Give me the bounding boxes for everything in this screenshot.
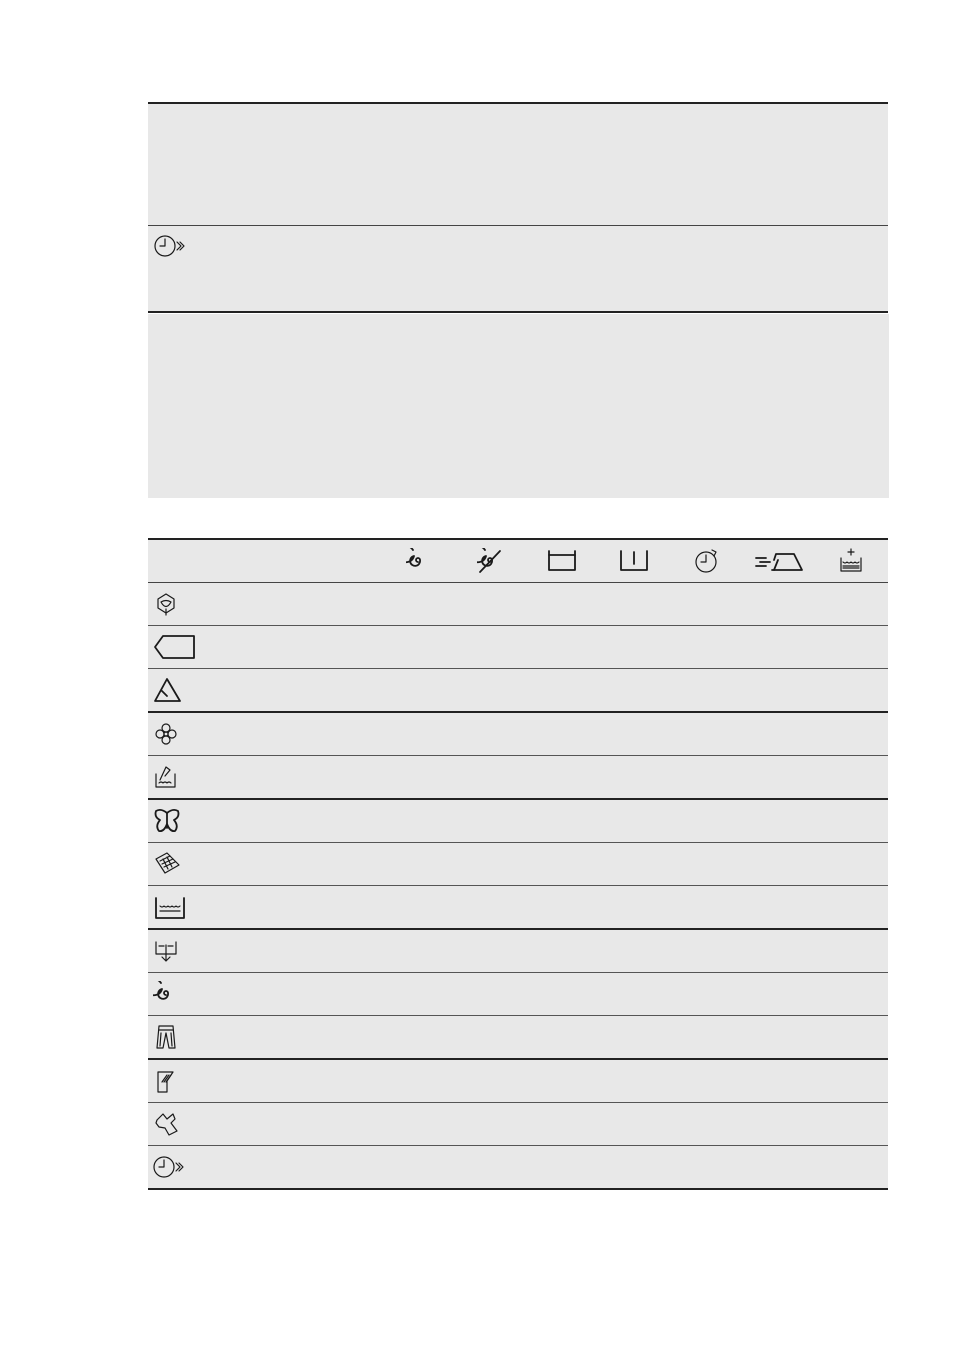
anti-allergy-icon — [153, 1111, 181, 1137]
table-row — [148, 713, 888, 756]
time-save-icon — [153, 1154, 185, 1180]
extra-rinse-icon — [838, 548, 864, 574]
delay-start-icon — [693, 548, 721, 574]
table-row — [148, 1060, 888, 1103]
silk-icon — [153, 808, 181, 834]
upper-table-row — [148, 102, 888, 225]
table-row — [148, 756, 888, 800]
table-row — [148, 626, 888, 669]
denim-icon — [153, 1024, 179, 1050]
rinse-icon — [153, 894, 187, 920]
table-row — [148, 800, 888, 843]
drain-icon — [153, 938, 179, 964]
options-table-header — [148, 538, 888, 583]
rinse-hold-icon — [547, 548, 577, 574]
easy-iron-icon — [754, 548, 804, 574]
table-row — [148, 973, 888, 1016]
table-row — [148, 1016, 888, 1060]
table-row — [148, 886, 888, 930]
spin-icon — [406, 548, 430, 574]
table-row — [148, 1146, 888, 1190]
night-cycle-icon — [619, 548, 649, 574]
no-spin-icon — [477, 548, 503, 574]
spin-icon — [153, 981, 179, 1007]
blank-table-block — [148, 314, 889, 498]
upper-table-row — [148, 225, 888, 313]
table-row — [148, 843, 888, 886]
table-row — [148, 1103, 888, 1146]
table-row — [148, 583, 888, 626]
cottons-icon — [153, 634, 197, 660]
synthetics-icon — [153, 677, 183, 703]
options-table — [148, 538, 888, 1190]
wool-handwash-icon — [153, 764, 179, 790]
upper-table — [148, 102, 888, 313]
duvet-icon — [153, 851, 181, 877]
sport-icon — [153, 1068, 179, 1094]
table-row — [148, 669, 888, 713]
delicates-icon — [153, 721, 179, 747]
page: { "upper_table": { "rows": [ {"icon": "b… — [0, 0, 953, 1352]
table-row — [148, 930, 888, 973]
time-save-icon — [154, 234, 186, 260]
eco-icon — [153, 591, 179, 617]
